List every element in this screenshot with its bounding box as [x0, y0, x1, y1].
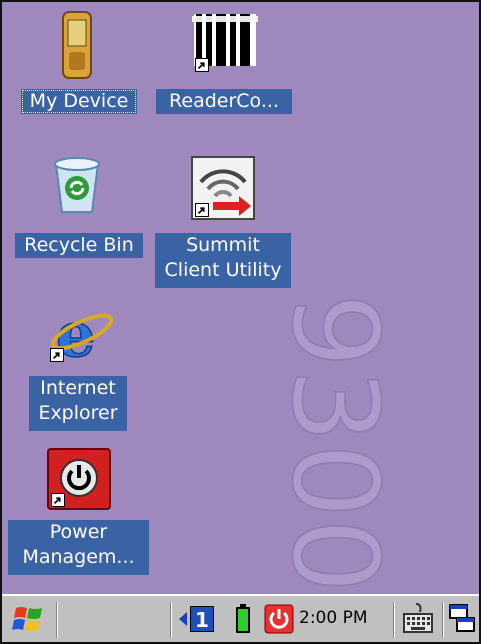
label-line-2: Managem...	[22, 546, 135, 568]
taskbar: 1 2:00 PM	[2, 594, 479, 642]
desktop-icon-label-block: Summit Client Utility	[155, 233, 291, 288]
taskbar-separator	[170, 602, 172, 638]
taskbar-separator	[393, 602, 395, 638]
shortcut-arrow-icon	[195, 58, 209, 72]
label-line-1: Power	[49, 521, 108, 543]
label-line-1: Internet	[40, 377, 116, 399]
desktop-icon-label-block: Power Managem...	[8, 520, 149, 575]
label-line-1: Summit	[186, 234, 260, 256]
power-icon[interactable]	[264, 604, 294, 634]
desktop-icon-label: My Device	[21, 89, 137, 114]
device-screen: 9300 My Device ReaderCo... Recycle Bin S…	[0, 0, 481, 644]
shortcut-arrow-icon	[50, 348, 64, 362]
battery-icon[interactable]	[235, 604, 251, 634]
label-line-2: Client Utility	[164, 259, 282, 281]
shortcut-arrow-icon	[51, 493, 65, 507]
taskbar-separator	[442, 602, 444, 638]
shortcut-arrow-icon	[195, 203, 209, 217]
model-watermark: 9300	[280, 292, 400, 588]
taskbar-clock[interactable]: 2:00 PM	[299, 608, 368, 628]
recycle-bin-icon	[54, 157, 100, 213]
desktop-icon-label: Recycle Bin	[15, 233, 143, 258]
volume-left-arrow-icon[interactable]	[178, 611, 188, 627]
pda-device-icon	[62, 11, 92, 79]
label-line-2: Explorer	[38, 402, 118, 424]
desktop-switch-icon[interactable]	[449, 604, 475, 634]
desktop-icon-label-block: Internet Explorer	[29, 376, 127, 431]
tray-badge[interactable]: 1	[190, 606, 214, 632]
watermark-text: 9300	[280, 293, 400, 588]
taskbar-separator	[56, 602, 58, 638]
desktop: 9300 My Device ReaderCo... Recycle Bin S…	[2, 2, 479, 594]
desktop-icon-label: ReaderCo...	[156, 89, 292, 114]
windows-flag-icon[interactable]	[12, 604, 46, 634]
keyboard-icon[interactable]	[402, 602, 434, 636]
